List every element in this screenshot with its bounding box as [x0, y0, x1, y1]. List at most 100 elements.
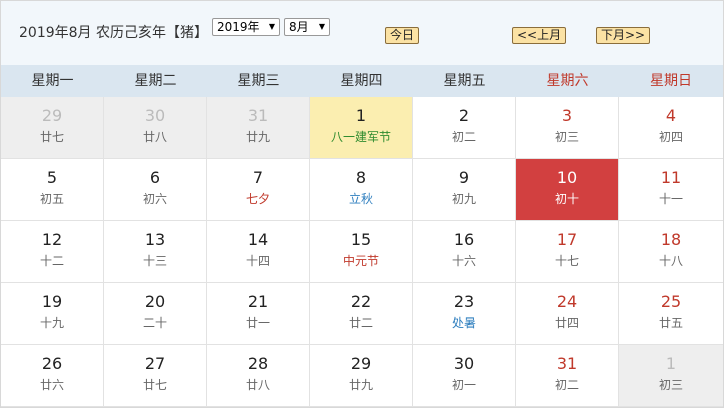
day-number: 10 — [556, 168, 578, 187]
day-cell[interactable]: 11 十一 — [619, 159, 723, 221]
day-number: 22 — [350, 292, 372, 311]
weekday-label: 星期三 — [237, 73, 280, 89]
day-number: 3 — [561, 106, 573, 125]
calendar-grid: 29 廿七 30 廿八 31 廿九 1 八一建军节 2 初二 3 初三 4 初四 5 初五 6 初六 7 七夕 8 立秋 9… — [1, 97, 723, 407]
lunar-label: 八一建军节 — [330, 130, 391, 144]
day-cell[interactable]: 1 初三 — [619, 345, 723, 407]
lunar-label: 廿九 — [245, 130, 270, 144]
day-cell[interactable]: 15 中元节 — [310, 221, 413, 283]
day-cell[interactable]: 28 廿八 — [207, 345, 310, 407]
day-number: 30 — [453, 354, 475, 373]
day-cell[interactable]: 25 廿五 — [619, 283, 723, 345]
calendar-header: 2019年8月 农历己亥年【猪】 2019年 ▼ 8月 ▼ 今日 <<上月 下月… — [1, 1, 723, 65]
day-cell[interactable]: 16 十六 — [413, 221, 516, 283]
day-number: 17 — [556, 230, 578, 249]
day-cell[interactable]: 22 廿二 — [310, 283, 413, 345]
lunar-label: 廿九 — [348, 378, 373, 392]
year-select-value: 2019年 — [217, 20, 260, 34]
lunar-label: 廿八 — [142, 130, 167, 144]
day-cell[interactable]: 24 廿四 — [516, 283, 619, 345]
day-cell[interactable]: 31 廿九 — [207, 97, 310, 159]
day-number: 29 — [350, 354, 372, 373]
day-cell[interactable]: 13 十三 — [104, 221, 207, 283]
lunar-label: 立秋 — [348, 192, 373, 206]
lunar-label: 廿四 — [554, 316, 579, 330]
day-number: 31 — [247, 106, 269, 125]
lunar-label: 初五 — [39, 192, 64, 206]
day-cell[interactable]: 21 廿一 — [207, 283, 310, 345]
lunar-label: 二十 — [142, 316, 167, 330]
day-cell[interactable]: 8 立秋 — [310, 159, 413, 221]
day-cell[interactable]: 10 初十 — [516, 159, 619, 221]
weekday-label: 星期日 — [650, 73, 692, 89]
lunar-label: 十四 — [245, 254, 270, 268]
day-cell[interactable]: 20 二十 — [104, 283, 207, 345]
day-cell[interactable]: 30 初一 — [413, 345, 516, 407]
day-number: 12 — [41, 230, 63, 249]
day-cell[interactable]: 30 廿八 — [104, 97, 207, 159]
day-cell[interactable]: 3 初三 — [516, 97, 619, 159]
day-number: 18 — [660, 230, 682, 249]
lunar-label: 七夕 — [245, 192, 270, 206]
week-row: 29 廿七 30 廿八 31 廿九 1 八一建军节 2 初二 3 初三 4 初四 — [1, 97, 723, 159]
day-cell[interactable]: 27 廿七 — [104, 345, 207, 407]
month-select[interactable]: 8月 ▼ — [284, 18, 330, 36]
day-cell[interactable]: 18 十八 — [619, 221, 723, 283]
lunar-label: 初二 — [554, 378, 579, 392]
day-cell[interactable]: 12 十二 — [1, 221, 104, 283]
calendar-widget: 2019年8月 农历己亥年【猪】 2019年 ▼ 8月 ▼ 今日 <<上月 下月… — [0, 0, 724, 408]
today-button[interactable]: 今日 — [385, 27, 420, 44]
lunar-label: 初三 — [554, 130, 579, 144]
lunar-label: 十一 — [658, 192, 683, 206]
day-number: 1 — [665, 354, 677, 373]
day-cell[interactable]: 9 初九 — [413, 159, 516, 221]
lunar-label: 廿七 — [142, 378, 167, 392]
day-number: 5 — [46, 168, 58, 187]
day-number: 1 — [355, 106, 367, 125]
lunar-label: 廿六 — [39, 378, 64, 392]
day-number: 23 — [453, 292, 475, 311]
lunar-label: 十三 — [142, 254, 167, 268]
day-cell[interactable]: 23 处暑 — [413, 283, 516, 345]
day-cell[interactable]: 2 初二 — [413, 97, 516, 159]
weekday-label: 星期五 — [443, 73, 486, 89]
day-number: 14 — [247, 230, 269, 249]
day-cell[interactable]: 6 初六 — [104, 159, 207, 221]
day-number: 19 — [41, 292, 63, 311]
year-select[interactable]: 2019年 ▼ — [212, 18, 280, 36]
day-cell[interactable]: 4 初四 — [619, 97, 723, 159]
day-cell[interactable]: 5 初五 — [1, 159, 104, 221]
weekday-label: 星期一 — [31, 73, 74, 89]
day-number: 28 — [247, 354, 269, 373]
prev-month-button[interactable]: <<上月 — [512, 27, 567, 44]
lunar-label: 初九 — [451, 192, 476, 206]
day-cell[interactable]: 26 廿六 — [1, 345, 104, 407]
day-number: 24 — [556, 292, 578, 311]
week-row: 26 廿六 27 廿七 28 廿八 29 廿九 30 初一 31 初二 1 初三 — [1, 345, 723, 407]
day-cell[interactable]: 14 十四 — [207, 221, 310, 283]
week-row: 5 初五 6 初六 7 七夕 8 立秋 9 初九 10 初十 11 十一 — [1, 159, 723, 221]
day-number: 20 — [144, 292, 166, 311]
lunar-label: 初十 — [554, 192, 579, 206]
day-cell[interactable]: 29 廿七 — [1, 97, 104, 159]
lunar-label: 廿五 — [658, 316, 683, 330]
day-number: 9 — [458, 168, 470, 187]
day-cell[interactable]: 1 八一建军节 — [310, 97, 413, 159]
day-cell[interactable]: 17 十七 — [516, 221, 619, 283]
weekday-header: 星期一 星期二 星期三 星期四 星期五 星期六 星期日 — [1, 65, 723, 97]
day-number: 31 — [556, 354, 578, 373]
next-month-button[interactable]: 下月>> — [596, 27, 651, 44]
month-select-value: 8月 — [289, 20, 309, 34]
lunar-label: 中元节 — [342, 254, 379, 268]
lunar-label: 廿一 — [245, 316, 270, 330]
day-cell[interactable]: 31 初二 — [516, 345, 619, 407]
day-cell[interactable]: 7 七夕 — [207, 159, 310, 221]
lunar-label: 初六 — [142, 192, 167, 206]
day-number: 16 — [453, 230, 475, 249]
day-cell[interactable]: 29 廿九 — [310, 345, 413, 407]
day-number: 13 — [144, 230, 166, 249]
weekday-label: 星期二 — [134, 73, 177, 89]
day-number: 27 — [144, 354, 166, 373]
lunar-label: 初二 — [451, 130, 476, 144]
day-cell[interactable]: 19 十九 — [1, 283, 104, 345]
